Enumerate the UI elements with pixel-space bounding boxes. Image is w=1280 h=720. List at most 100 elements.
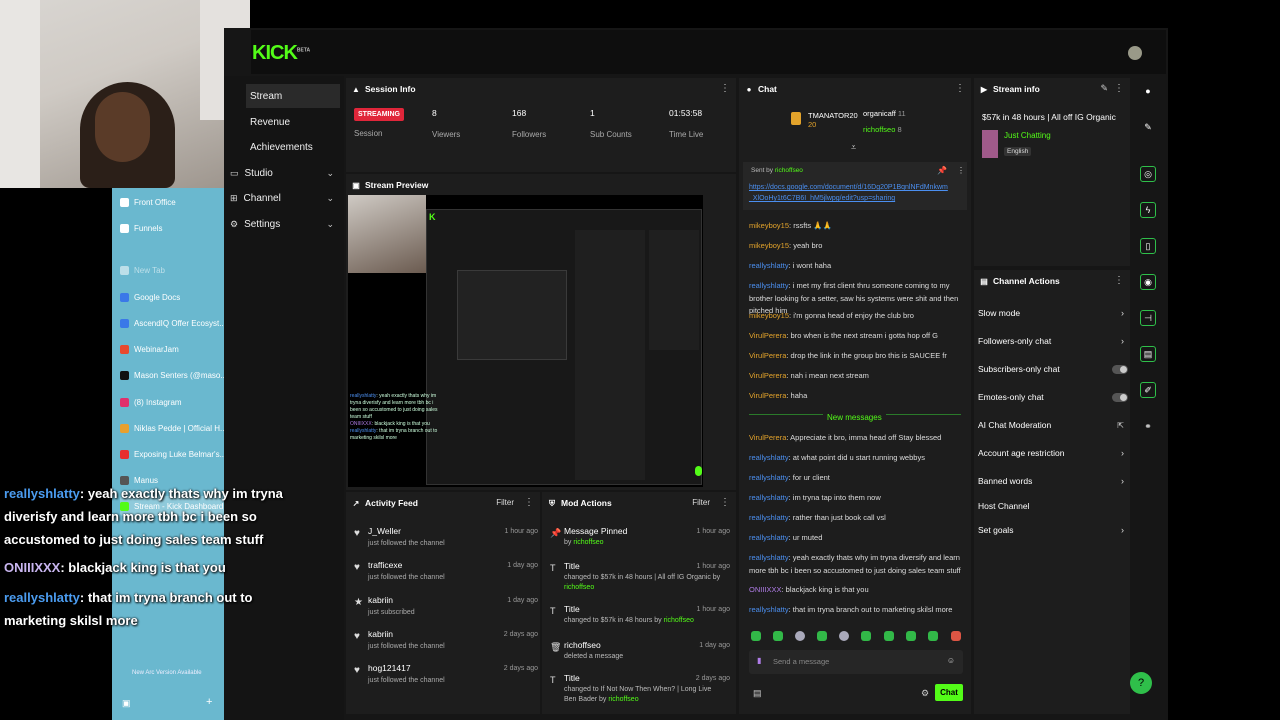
emote-icon[interactable] (751, 631, 761, 641)
emote-icon[interactable] (839, 631, 849, 641)
chat-message[interactable]: reallyshlatty: i wont haha (749, 260, 965, 273)
channel-action-set-goals[interactable]: Set goals › (978, 519, 1128, 541)
activity-row[interactable]: ♥ hog121417 just followed the channel 2 day… (354, 663, 538, 697)
chat-message[interactable]: VirulPerera: Appreciate it bro, imma hea… (749, 432, 965, 445)
activity-user[interactable]: kabriin (368, 595, 393, 605)
emote-icon[interactable] (795, 631, 805, 641)
emote-icon[interactable] (773, 631, 783, 641)
bolt-icon[interactable]: ϟ (1140, 202, 1156, 218)
chat-username[interactable]: reallyshlatty (749, 605, 789, 614)
mod-action-user[interactable]: richoffseo (564, 584, 594, 591)
emote-picker-icon[interactable]: ☺ (947, 656, 955, 665)
chat-input[interactable]: ▮ Send a message ☺ (749, 650, 963, 674)
arc-tab[interactable]: Mason Senters (@maso... (120, 365, 224, 385)
chat-bubble-icon[interactable]: ◉ (1140, 274, 1156, 290)
chat-message[interactable]: reallyshlatty: rather than just book cal… (749, 512, 965, 525)
chat-message[interactable]: VirulPerera: drop the link in the group … (749, 350, 965, 363)
chat-username[interactable]: VirulPerera (749, 331, 786, 340)
help-icon[interactable]: ? (1130, 672, 1152, 694)
leader-1[interactable]: TMANATOR20 20 (808, 111, 858, 129)
chat-username[interactable]: mikeyboy15 (749, 241, 789, 250)
chat-message[interactable]: reallyshlatty: yeah exactly thats why im… (749, 552, 965, 577)
panel-icon[interactable]: ▤ (1140, 346, 1156, 362)
activity-user[interactable]: kabriin (368, 629, 393, 639)
archive-icon[interactable]: ▣ (122, 698, 131, 709)
chat-settings-icon[interactable]: ⚙ (921, 688, 929, 699)
chat-message[interactable]: reallyshlatty: that im tryna branch out … (749, 604, 965, 617)
edit-pen-icon[interactable]: ✎ (1140, 119, 1156, 135)
chat-username[interactable]: VirulPerera (749, 391, 786, 400)
activity-row[interactable]: ♥ J_Weller just followed the channel 1 hour… (354, 526, 538, 560)
activity-user[interactable]: J_Weller (368, 526, 401, 536)
more-options-icon[interactable]: ⋮ (524, 497, 534, 508)
emote-icon[interactable] (906, 631, 916, 641)
pen-tool-icon[interactable]: ✐ (1140, 382, 1156, 398)
chat-username[interactable]: reallyshlatty (749, 553, 789, 562)
emote-icon[interactable] (928, 631, 938, 641)
channel-action-emotes-only-chat[interactable]: Emotes-only chat (978, 386, 1128, 408)
more-options-icon[interactable]: ⋮ (720, 83, 730, 94)
arc-update-notice[interactable]: New Arc Version Available (132, 670, 202, 676)
gift-icon[interactable]: ▤ (753, 688, 762, 699)
arc-tab[interactable]: Niklas Pedde | Official H... (120, 418, 224, 438)
mod-action-row[interactable]: T Title changed to $57k in 48 hours by ric… (550, 604, 730, 638)
chat-username[interactable]: VirulPerera (749, 351, 786, 360)
channel-action-banned-words[interactable]: Banned words › (978, 470, 1128, 492)
toggle-switch[interactable] (1112, 392, 1128, 402)
activity-row[interactable]: ♥ kabriin just followed the channel 2 days … (354, 629, 538, 663)
leader-2[interactable]: organicaff 11 (863, 109, 906, 118)
split-icon[interactable]: ⊣ (1140, 310, 1156, 326)
leader-3[interactable]: richoffseo 8 (863, 125, 902, 134)
chat-username[interactable]: VirulPerera (749, 433, 786, 442)
arc-tab[interactable]: Exposing Luke Belmar's... (120, 444, 224, 464)
pinned-message[interactable]: Sent by richoffseo 📌 ⋮ https://docs.goog… (743, 162, 967, 210)
chat-username[interactable]: VirulPerera (749, 371, 786, 380)
emote-icon[interactable] (861, 631, 871, 641)
arc-tab[interactable]: New Tab (120, 260, 224, 280)
chat-message[interactable]: mikeyboy15: rssfts 🙏🙏 (749, 220, 965, 233)
send-chat-button[interactable]: Chat (935, 684, 963, 701)
chat-message[interactable]: VirulPerera: bro when is the next stream… (749, 330, 965, 343)
chat-username[interactable]: mikeyboy15 (749, 311, 789, 320)
arc-tab[interactable]: AscendIQ Offer Ecosyst... (120, 313, 224, 333)
chat-message[interactable]: VirulPerera: nah i mean next stream (749, 370, 965, 383)
chat-message[interactable]: reallyshlatty: im tryna tap into them no… (749, 492, 965, 505)
activity-user[interactable]: hog121417 (368, 663, 411, 673)
chat-username[interactable]: reallyshlatty (749, 261, 789, 270)
nav-item-channel[interactable]: ⊞ Channel ⌄ (230, 186, 340, 210)
edit-icon[interactable]: ✎ (1100, 83, 1108, 94)
channel-action-ai-chat-moderation[interactable]: AI Chat Moderation ⇱ (978, 414, 1128, 436)
kick-logo[interactable]: KICKBETA (252, 42, 310, 65)
mod-filter-button[interactable]: Filter (692, 498, 710, 507)
more-options-icon[interactable]: ⋮ (1114, 83, 1124, 94)
pinned-link[interactable]: https://docs.google.com/document/d/16Dg2… (749, 182, 951, 204)
nav-item-settings[interactable]: ⚙ Settings ⌄ (230, 212, 340, 236)
stream-preview-video[interactable]: K reallyshlatty: yeah exactly thats why … (348, 195, 703, 487)
chat-username[interactable]: reallyshlatty (749, 493, 789, 502)
nav-item-revenue[interactable]: Revenue (246, 110, 340, 134)
nav-item-studio[interactable]: ▭ Studio ⌄ (230, 161, 340, 185)
user-avatar[interactable] (1128, 46, 1142, 60)
chat-message[interactable]: reallyshlatty: ur muted (749, 532, 965, 545)
channel-action-subscribers-only-chat[interactable]: Subscribers-only chat (978, 358, 1128, 380)
channel-action-host-channel[interactable]: Host Channel (978, 495, 1128, 517)
mod-action-row[interactable]: T Title changed to If Not Now Then When? |… (550, 673, 730, 707)
arc-tab[interactable]: Funnels (120, 218, 224, 238)
chat-username[interactable]: reallyshlatty (749, 453, 789, 462)
chat-message[interactable]: VirulPerera: haha (749, 390, 965, 403)
phone-icon[interactable]: ▯ (1140, 238, 1156, 254)
mod-action-row[interactable]: 📌 Message Pinned by richoffseo 1 hour ago (550, 526, 730, 560)
chat-username[interactable]: ONIIIXXX (749, 585, 782, 594)
arc-tab[interactable]: Front Office (120, 192, 224, 212)
emote-icon[interactable] (951, 631, 961, 641)
mod-action-row[interactable]: T Title changed to $57k in 48 hours | All … (550, 561, 730, 595)
more-options-icon[interactable]: ⋮ (955, 83, 965, 94)
emote-icon[interactable] (884, 631, 894, 641)
link-icon[interactable]: ⚭ (1140, 418, 1156, 434)
chat-message[interactable]: ONIIIXXX: blackjack king is that you (749, 584, 965, 597)
mod-action-user[interactable]: richoffseo (608, 696, 638, 703)
arc-tab[interactable]: (8) Instagram (120, 392, 224, 412)
collapse-icon[interactable]: ⩡ (851, 142, 856, 153)
chat-username[interactable]: reallyshlatty (749, 513, 789, 522)
chat-message[interactable]: mikeyboy15: i'm gonna head of enjoy the … (749, 310, 965, 323)
